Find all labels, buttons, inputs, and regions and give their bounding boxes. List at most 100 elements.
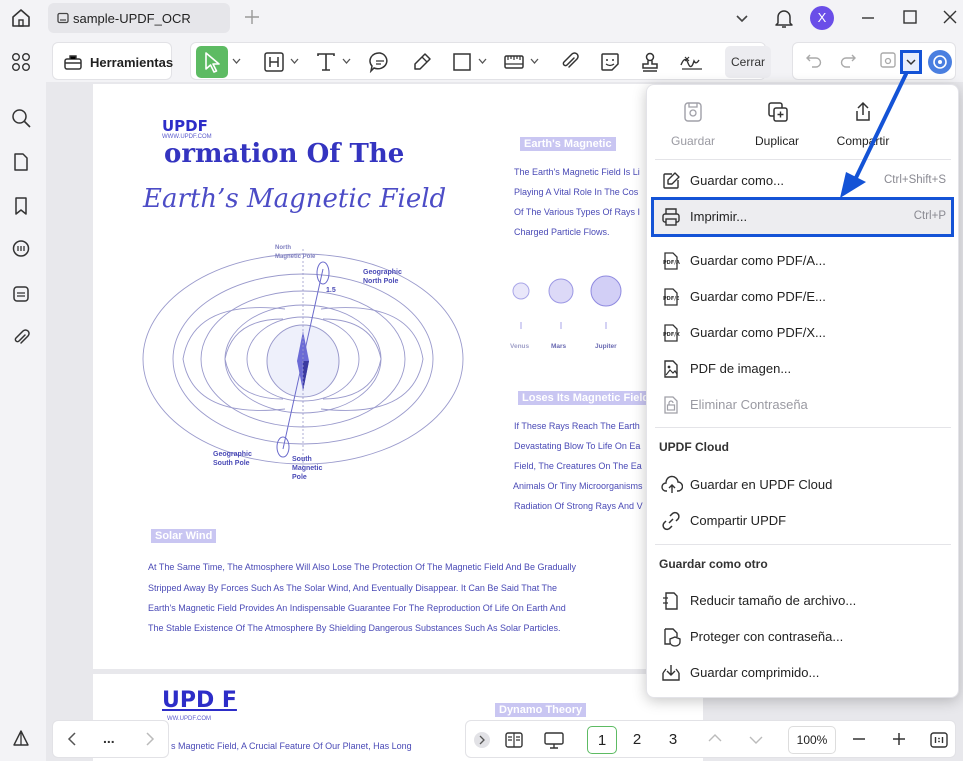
shape-chevron-icon[interactable] [478, 58, 487, 64]
menu-item-compartir-updf[interactable]: Compartir UPDF [651, 503, 954, 539]
select-chevron-icon[interactable] [232, 58, 241, 64]
loses-text-line: Animals Or Tiny Microorganisms [513, 481, 643, 491]
updf-logo-url-page-2: WW.UPDF.COM [167, 716, 211, 722]
save-options-menu: Guardar Duplicar Compartir Guardar como.… [646, 84, 959, 698]
tools-label: Herramientas [90, 55, 174, 70]
heading-chevron-icon[interactable] [290, 58, 299, 64]
minimize-icon[interactable] [860, 10, 876, 26]
close-edit-button[interactable]: Cerrar [725, 46, 771, 78]
close-window-icon[interactable] [942, 9, 958, 25]
zoom-level[interactable]: 100% [788, 726, 836, 754]
ai-assistant-icon[interactable] [928, 50, 952, 74]
next-arrow-icon[interactable] [145, 732, 155, 746]
more-options-button[interactable]: ... [103, 730, 115, 746]
save-options-chevron-icon[interactable] [900, 50, 922, 74]
page-layout-icon[interactable] [504, 730, 524, 750]
menu-item-guardar-pdfx[interactable]: PDF/X Guardar como PDF/X... [651, 315, 954, 351]
updf-logo-page-2: UPD F [162, 688, 237, 713]
loses-text-line: Radiation Of Strong Rays And V [514, 501, 643, 511]
previous-arrow-icon[interactable] [67, 732, 77, 746]
attachment-icon[interactable] [11, 328, 31, 348]
toolbox-icon [63, 53, 83, 71]
bell-icon[interactable] [774, 7, 794, 29]
document-tab[interactable]: sample-UPDF_OCR [48, 3, 230, 33]
text-tool-icon[interactable] [315, 51, 337, 73]
page-1-button[interactable]: 1 [587, 726, 617, 754]
apps-grid-icon[interactable] [11, 52, 31, 72]
zoom-in-icon[interactable] [892, 732, 906, 746]
heading-tool-icon[interactable] [263, 51, 285, 73]
remove-password-icon [661, 395, 681, 415]
menu-item-guardar-comprimido[interactable]: Guardar comprimido... [651, 655, 954, 691]
duplicar-action[interactable]: Duplicar [737, 101, 817, 157]
geographic-north-pole-label: Geographic North Pole [363, 269, 402, 285]
maximize-icon[interactable] [902, 9, 918, 25]
loses-text-line: Devastating Blow To Life On Ea [514, 441, 641, 451]
updf-logo: UPDF [162, 117, 208, 135]
menu-divider [655, 427, 951, 428]
select-tool-button[interactable] [196, 46, 228, 78]
svg-text:PDF/A: PDF/A [663, 260, 680, 266]
measure-chevron-icon[interactable] [530, 58, 539, 64]
file-actions-group [792, 42, 956, 80]
page-down-icon[interactable] [749, 735, 763, 745]
expand-chevron-icon[interactable] [474, 732, 490, 748]
menu-item-label: Guardar como PDF/E... [690, 289, 826, 304]
menu-item-label: Imprimir... [690, 209, 748, 224]
redo-icon[interactable] [839, 51, 857, 69]
geographic-south-pole-label: Geographic South Pole [213, 451, 252, 467]
bookmark-icon[interactable] [11, 196, 31, 216]
section-solar-wind: Solar Wind [151, 529, 217, 543]
menu-item-guardar-pdfe[interactable]: PDF/E Guardar como PDF/E... [651, 279, 954, 315]
menu-item-imprimir[interactable]: Imprimir... Ctrl+P [651, 197, 954, 237]
stamp-tool-icon[interactable] [639, 51, 661, 73]
document-tab-title: sample-UPDF_OCR [73, 11, 191, 26]
measure-tool-icon[interactable] [503, 51, 525, 73]
compartir-action[interactable]: Compartir [823, 101, 903, 157]
guardar-action[interactable]: Guardar [653, 101, 733, 157]
text-chevron-icon[interactable] [342, 58, 351, 64]
tab-list-chevron-icon[interactable] [734, 10, 750, 26]
comment-tool-icon[interactable] [369, 51, 391, 73]
menu-item-eliminar-contrasena[interactable]: Eliminar Contraseña [651, 387, 954, 423]
comments-icon[interactable] [11, 239, 31, 259]
user-avatar[interactable]: X [810, 6, 834, 30]
new-tab-plus-icon[interactable] [244, 9, 260, 25]
menu-item-guardar-cloud[interactable]: Guardar en UPDF Cloud [651, 467, 954, 503]
tools-button[interactable]: Herramientas [52, 42, 174, 80]
menu-item-guardar-pdfa[interactable]: PDF/A Guardar como PDF/A... [651, 243, 954, 279]
menu-item-pdf-imagen[interactable]: PDF de imagen... [651, 351, 954, 387]
signature-tool-icon[interactable] [679, 51, 705, 73]
search-icon[interactable] [11, 108, 31, 128]
actual-size-icon[interactable] [929, 730, 949, 750]
rectangle-tool-icon[interactable] [451, 51, 473, 73]
zoom-out-icon[interactable] [852, 732, 866, 746]
svg-text:PDF/X: PDF/X [663, 332, 680, 338]
layers-icon[interactable] [11, 284, 31, 304]
highlighter-tool-icon[interactable] [411, 51, 433, 73]
menu-item-reducir-tamano[interactable]: Reducir tamaño de archivo... [651, 583, 954, 619]
presentation-icon[interactable] [543, 730, 565, 750]
sidebar-toggle-icon[interactable] [11, 728, 31, 748]
loses-text-line: If These Rays Reach The Earth [514, 421, 640, 431]
sticker-tool-icon[interactable] [599, 51, 621, 73]
paperclip-tool-icon[interactable] [559, 51, 581, 73]
save-icon [683, 101, 703, 123]
pages-icon[interactable] [11, 152, 31, 172]
shield-icon [661, 627, 681, 647]
pdf-page-1: UPDF WWW.UPDF.COM ormation Of The Earth’… [93, 84, 703, 669]
home-icon[interactable] [10, 7, 32, 29]
page-3-button[interactable]: 3 [658, 726, 688, 754]
menu-item-proteger[interactable]: Proteger con contraseña... [651, 619, 954, 655]
loses-text-line: Field, The Creatures On The Ea [514, 461, 642, 471]
planet-label: Mars [551, 343, 567, 350]
menu-item-shortcut: Ctrl+P [913, 210, 946, 222]
menu-item-guardar-como[interactable]: Guardar como... Ctrl+Shift+S [651, 163, 954, 199]
save-icon[interactable] [879, 51, 897, 69]
undo-icon[interactable] [805, 51, 823, 69]
duplicar-label: Duplicar [754, 134, 799, 148]
page-2-button[interactable]: 2 [622, 726, 652, 754]
share-icon [853, 101, 873, 123]
page-up-icon[interactable] [708, 733, 722, 743]
solar-text-line: The Stable Existence Of The Atmosphere B… [148, 623, 561, 633]
